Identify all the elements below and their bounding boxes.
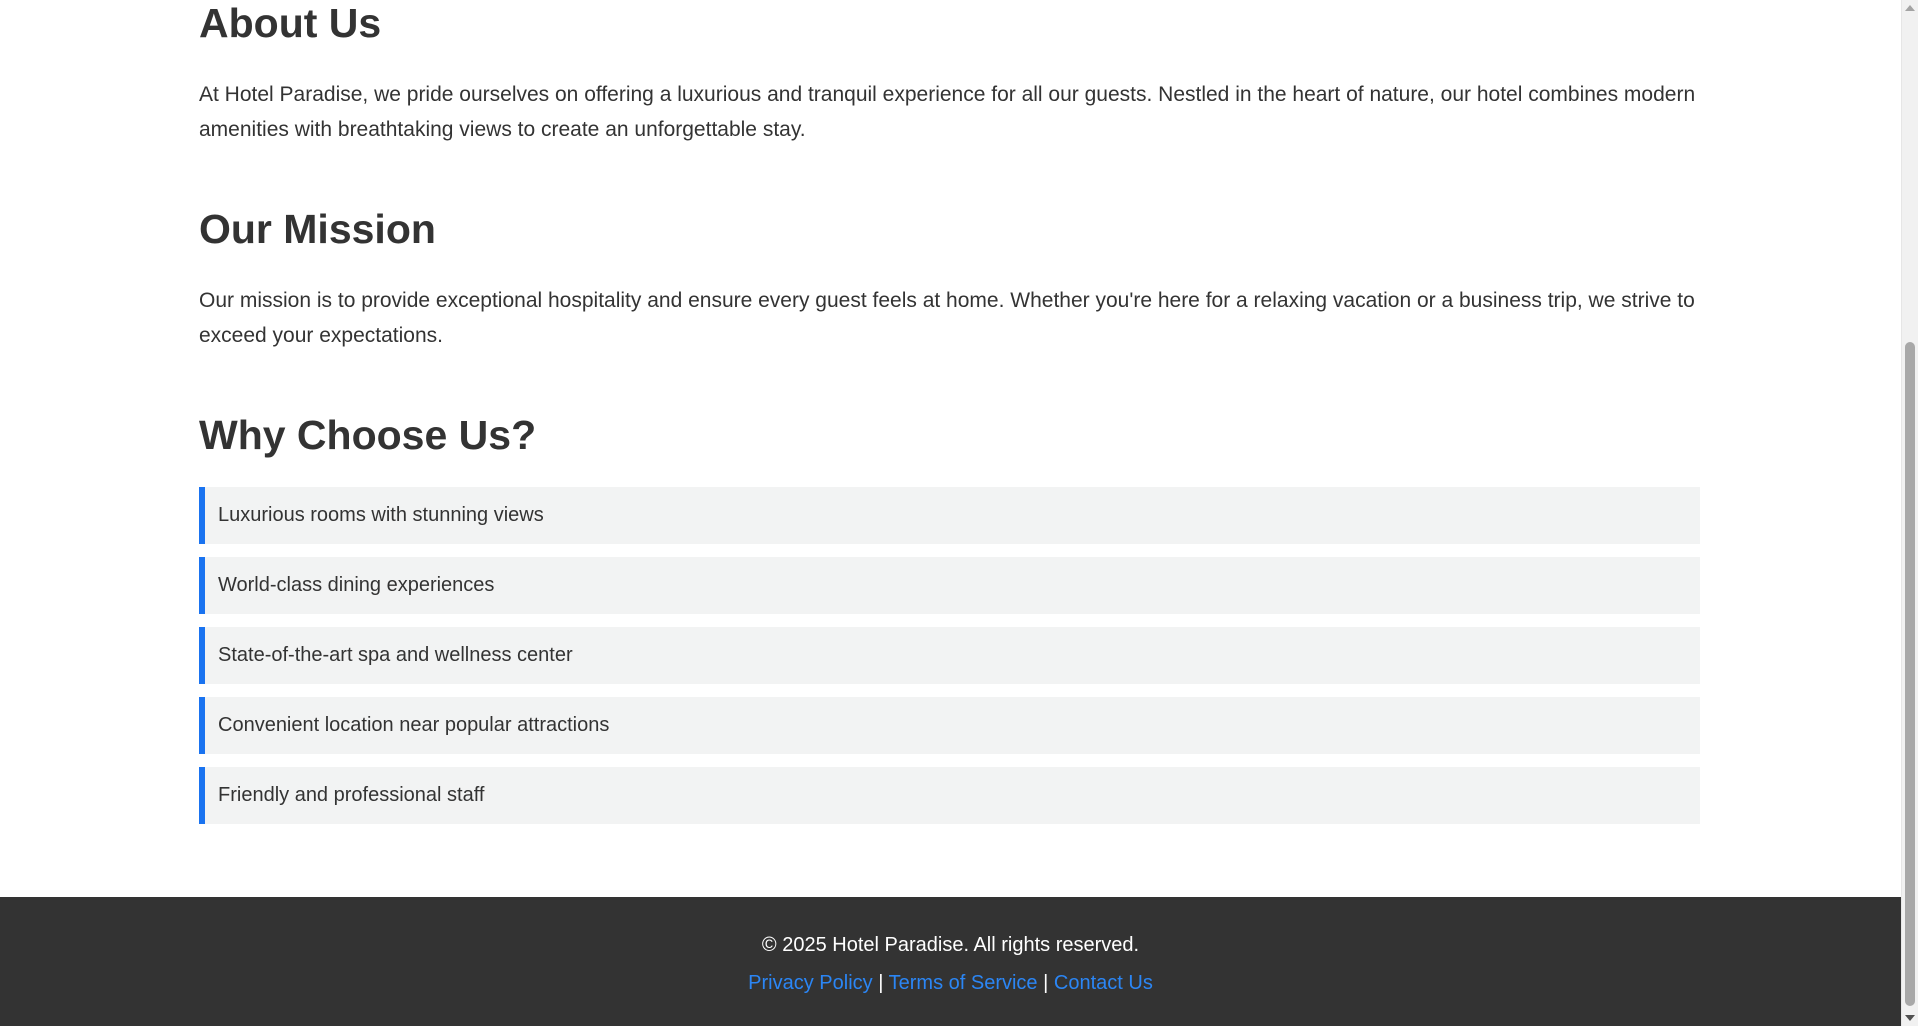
footer-links: Privacy Policy | Terms of Service | Cont… [0,968,1901,998]
privacy-policy-link[interactable]: Privacy Policy [748,972,872,994]
scroll-down-arrow-icon[interactable] [1905,1015,1915,1021]
contact-us-link[interactable]: Contact Us [1054,972,1153,994]
feature-list: Luxurious rooms with stunning views Worl… [199,487,1700,837]
footer-separator: | [878,972,884,994]
feature-item-location: Convenient location near popular attract… [199,697,1700,754]
feature-item-dining: World-class dining experiences [199,557,1700,614]
copyright-text: © 2025 Hotel Paradise. All rights reserv… [761,934,1140,956]
vertical-scrollbar[interactable] [1901,0,1918,1026]
why-choose-us-heading: Why Choose Us? [199,412,537,458]
footer-separator: | [1043,972,1049,994]
about-text: At Hotel Paradise, we pride ourselves on… [199,83,1696,141]
feature-item-rooms: Luxurious rooms with stunning views [199,487,1700,544]
feature-item-spa: State-of-the-art spa and wellness center [199,627,1700,684]
page: About Us At Hotel Paradise, we pride our… [0,0,1918,1026]
terms-of-service-link[interactable]: Terms of Service [889,972,1038,994]
scrollbar-thumb[interactable] [1905,342,1915,1006]
mission-text: Our mission is to provide exceptional ho… [199,289,1695,347]
footer: © 2025 Hotel Paradise. All rights reserv… [0,897,1901,1026]
mission-heading: Our Mission [199,206,436,252]
scroll-up-arrow-icon[interactable] [1905,5,1915,11]
feature-item-staff: Friendly and professional staff [199,767,1700,824]
about-heading: About Us [199,0,382,46]
